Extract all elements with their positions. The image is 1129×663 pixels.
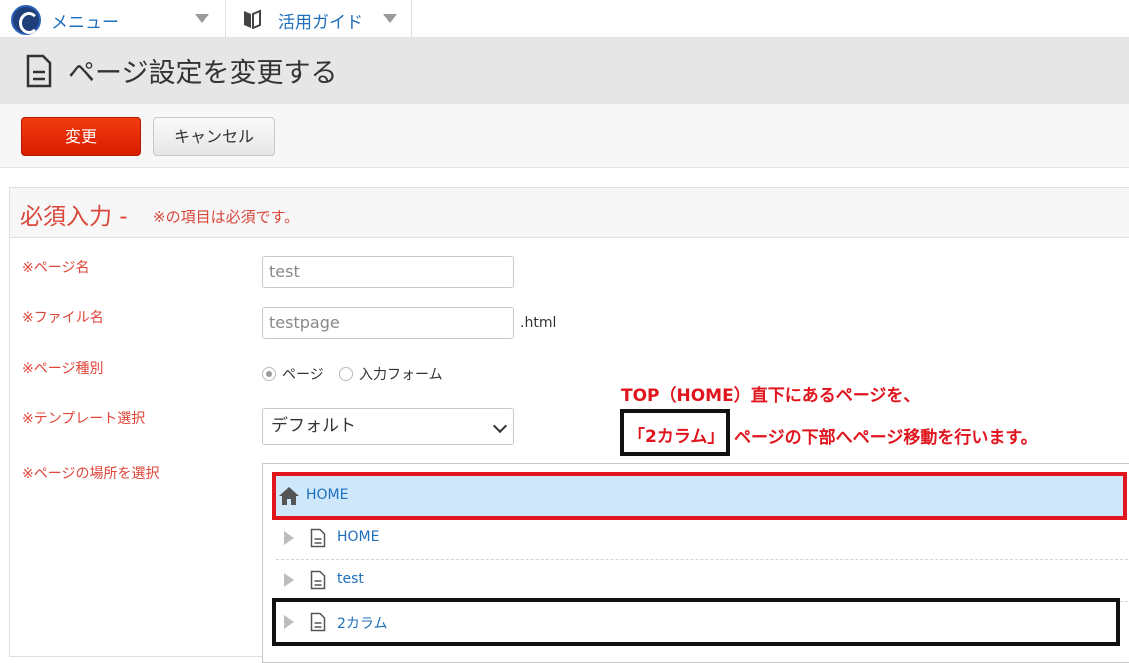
tree-item-test[interactable] <box>276 560 1128 602</box>
radio-input-form[interactable] <box>339 367 353 381</box>
page-title: ページ設定を変更する <box>68 58 338 89</box>
radio-page[interactable] <box>262 367 276 381</box>
highlight-home-row <box>272 472 1127 520</box>
tree-item-label: test <box>337 571 364 587</box>
expand-triangle-icon[interactable] <box>284 573 294 587</box>
radio-page-label: ページ <box>282 367 324 383</box>
page-header: ページ設定を変更する <box>0 38 1129 104</box>
section-header: 必須入力 - ※の項目は必須です。 <box>10 188 1129 238</box>
guide-label: 活用ガイド <box>278 13 363 33</box>
template-select-value: デフォルト <box>271 416 356 436</box>
action-toolbar: 変更 キャンセル <box>0 104 1129 168</box>
cancel-button[interactable]: キャンセル <box>153 117 275 156</box>
annotation-line-1: TOP（HOME）直下にあるページを、 <box>621 386 921 406</box>
menu-label: メニュー <box>51 13 119 33</box>
annotation-line-2: ページの下部へページ移動を行います。 <box>734 428 1038 448</box>
highlight-2column-row <box>272 598 1120 646</box>
file-extension: .html <box>520 315 557 331</box>
annotation-box: 「2カラム」 <box>620 409 730 456</box>
top-navigation-bar: メニュー 活用ガイド <box>0 0 1129 38</box>
template-select[interactable]: デフォルト <box>262 408 514 445</box>
file-name-label: ※ファイル名 <box>22 310 104 326</box>
expand-triangle-icon[interactable] <box>284 531 294 545</box>
logo-icon <box>11 5 41 35</box>
tree-item-home[interactable] <box>276 518 1128 560</box>
menu-dropdown[interactable]: メニュー <box>0 0 226 38</box>
guide-book-icon <box>244 9 261 29</box>
template-label: ※テンプレート選択 <box>22 411 146 427</box>
radio-input-form-label: 入力フォーム <box>359 367 443 383</box>
guide-dropdown[interactable]: 活用ガイド <box>226 0 412 38</box>
chevron-down-icon <box>492 418 508 434</box>
annotation-boxed-text: 「2カラム」 <box>628 427 725 447</box>
file-name-input[interactable]: testpage <box>262 307 514 339</box>
location-label: ※ページの場所を選択 <box>22 466 160 482</box>
section-note: ※の項目は必須です。 <box>153 208 300 226</box>
tree-item-label: HOME <box>337 529 380 545</box>
change-button[interactable]: 変更 <box>21 117 141 156</box>
chevron-down-icon <box>195 14 209 23</box>
page-type-label: ※ページ種別 <box>22 361 104 377</box>
document-icon <box>310 528 326 548</box>
document-icon <box>26 54 52 88</box>
document-icon <box>310 570 326 590</box>
page-name-input[interactable]: test <box>262 256 514 288</box>
section-title: 必須入力 - <box>20 204 128 230</box>
page-name-label: ※ページ名 <box>22 260 90 276</box>
chevron-down-icon <box>383 14 397 23</box>
